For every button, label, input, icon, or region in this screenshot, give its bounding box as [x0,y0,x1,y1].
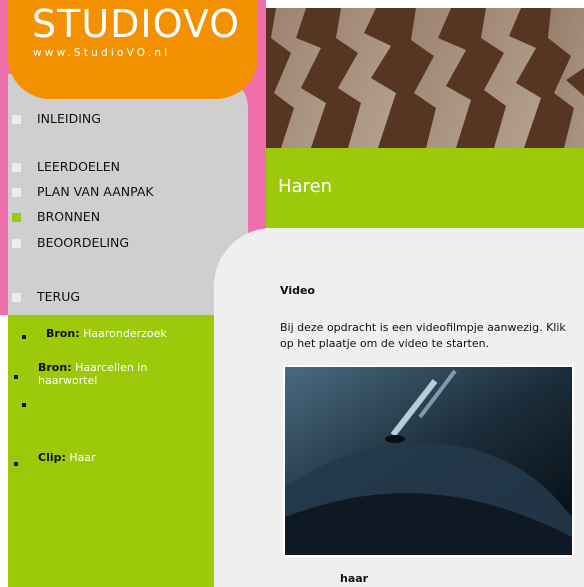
nav-bullet-icon [12,188,21,197]
hair-microscope-header-image [266,8,584,148]
source-bullet-icon [14,462,18,466]
logo-url: www.StudioVO.nl [33,47,171,59]
nav-bullet-active-icon [12,213,21,222]
nav-bullet-icon [12,239,21,248]
source-item-clip-haar[interactable]: Clip: Haar [8,451,208,471]
intro-text: Bij deze opdracht is een videofilmpje aa… [280,321,566,350]
nav-bullet-icon [12,293,21,302]
nav-item-leerdoelen[interactable]: LEERDOELEN [8,158,248,176]
video-thumbnail-play-button[interactable] [283,365,574,557]
source-link[interactable]: Bron: Haarcellen in haarwortel [38,361,198,387]
nav-bullet-icon [12,115,21,124]
studiovo-logo[interactable]: STUDIOVO www.StudioVO.nl [8,0,258,99]
source-title: Haaronderzoek [83,327,167,340]
source-prefix: Bron: [46,327,80,340]
nav-item-bronnen[interactable]: BRONNEN [8,208,248,226]
source-title: Haar [69,451,96,464]
nav-item-label: BEOORDELING [37,235,130,250]
section-title: Video [280,284,315,297]
nav-bullet-icon [12,163,21,172]
logo-wordmark: STUDIOVO [32,2,241,46]
video-caption: haar [340,572,369,585]
page-title-bar: Haren [266,148,584,228]
nav-item-inleiding[interactable]: INLEIDING [8,110,248,128]
main-content: Video Bij deze opdracht is een videofilm… [214,228,584,587]
source-prefix: Clip: [38,451,66,464]
source-bullet-icon [22,403,26,407]
source-bullet-icon [14,375,18,379]
source-prefix: Bron: [38,361,72,374]
nav-item-terug[interactable]: TERUG [8,288,248,306]
nav-item-label: BRONNEN [37,209,101,224]
source-link[interactable]: Bron: Haaronderzoek [46,327,206,340]
source-bullet-icon [22,335,26,339]
nav-item-beoordeling[interactable]: BEOORDELING [8,234,248,252]
nav-item-label: INLEIDING [37,111,101,126]
page-title: Haren [278,176,333,197]
source-item-haarcellen-in-haarwortel[interactable]: Bron: Haarcellen in haarwortel [8,361,208,391]
source-link[interactable]: Clip: Haar [38,451,198,464]
nav-item-plan-van-aanpak[interactable]: PLAN VAN AANPAK [8,183,248,201]
nav-item-label: TERUG [37,289,81,304]
nav-item-label: LEERDOELEN [37,159,121,174]
nav-item-label: PLAN VAN AANPAK [37,184,154,199]
